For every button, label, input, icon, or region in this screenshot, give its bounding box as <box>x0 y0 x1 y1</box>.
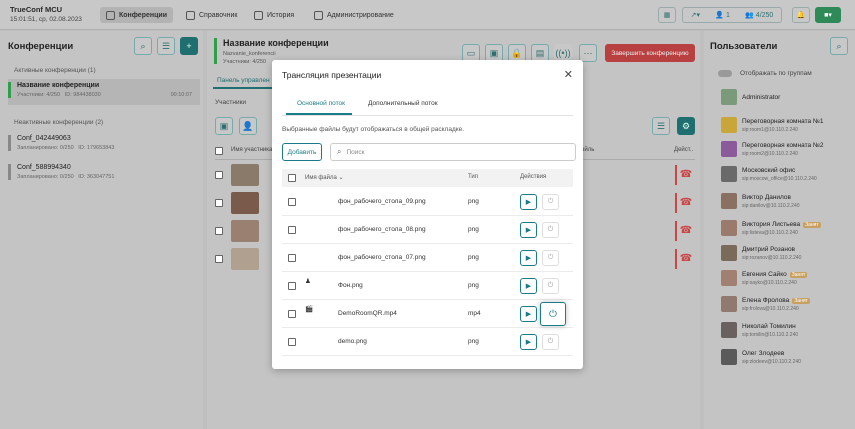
file-type: png <box>468 198 479 205</box>
file-row[interactable]: фон_рабочего_стола_09.png png ▶ ⏻ <box>282 188 573 216</box>
play-icon[interactable]: ▶ <box>520 306 537 322</box>
file-thumbnail <box>305 333 332 351</box>
power-icon[interactable]: ⏻ <box>542 194 559 210</box>
play-icon[interactable]: ▶ <box>520 222 537 238</box>
close-icon[interactable]: ✕ <box>564 68 573 81</box>
file-row[interactable]: фон_рабочего_стола_07.png png ▶ ⏻ <box>282 244 573 272</box>
power-icon[interactable]: ⏻ <box>542 334 559 350</box>
modal-title: Трансляция презентации <box>282 70 382 80</box>
row-checkbox[interactable] <box>288 338 296 346</box>
tab-extra-stream[interactable]: Дополнительный поток <box>368 100 438 107</box>
col-file-name[interactable]: Имя файла ⌄ <box>305 174 344 181</box>
file-thumbnail <box>305 221 332 239</box>
file-type: png <box>468 226 479 233</box>
file-name: Фон.png <box>338 282 363 289</box>
file-name: demo.png <box>338 338 367 345</box>
file-type: png <box>468 254 479 261</box>
file-type: png <box>468 282 479 289</box>
tab-underline <box>286 113 352 115</box>
power-icon[interactable]: ⏻ <box>542 250 559 266</box>
tab-main-stream[interactable]: Основной поток <box>297 100 345 107</box>
chevron-down-icon: ⌄ <box>338 175 344 181</box>
presentation-modal: Трансляция презентации ✕ Основной поток … <box>272 60 583 369</box>
file-thumbnail: ♟ <box>305 278 311 285</box>
play-icon[interactable]: ▶ <box>520 250 537 266</box>
play-icon[interactable]: ▶ <box>520 194 537 210</box>
file-thumbnail <box>305 249 332 267</box>
col-type: Тип <box>468 174 479 180</box>
file-row[interactable]: demo.png png ▶ ⏻ <box>282 328 573 356</box>
row-checkbox[interactable] <box>288 310 296 318</box>
file-search-input[interactable]: ⌕ Поиск <box>330 143 576 161</box>
row-checkbox[interactable] <box>288 226 296 234</box>
file-name: фон_рабочего_стола_08.png <box>338 226 426 233</box>
col-actions: Действия <box>520 174 547 180</box>
power-icon[interactable]: ⏻ <box>542 222 559 238</box>
power-icon[interactable]: ⏻ <box>542 278 559 294</box>
file-row[interactable]: ♟ Фон.png png ▶ ⏻ <box>282 272 573 300</box>
select-all-checkbox[interactable] <box>288 174 296 182</box>
row-checkbox[interactable] <box>288 282 296 290</box>
play-icon[interactable]: ▶ <box>520 334 537 350</box>
file-name: фон_рабочего_стола_07.png <box>338 254 426 261</box>
file-row[interactable]: фон_рабочего_стола_08.png png ▶ ⏻ <box>282 216 573 244</box>
file-type: png <box>468 338 479 345</box>
video-icon: 🎬 <box>305 306 314 313</box>
play-icon[interactable]: ▶ <box>520 278 537 294</box>
power-icon[interactable]: ⏻ <box>540 302 566 326</box>
modal-hint: Выбранные файлы будут отображаться в общ… <box>282 126 465 133</box>
row-checkbox[interactable] <box>288 198 296 206</box>
file-row[interactable]: 🎬 DemoRoomQR.mp4 mp4 ▶ ⏻ <box>282 300 573 328</box>
file-thumbnail <box>305 193 332 211</box>
row-checkbox[interactable] <box>288 254 296 262</box>
files-header: Имя файла ⌄ Тип Действия <box>282 169 573 187</box>
tab-divider <box>282 115 573 116</box>
add-file-button[interactable]: Добавить <box>282 143 322 161</box>
file-name: DemoRoomQR.mp4 <box>338 310 397 317</box>
search-icon: ⌕ <box>337 147 342 156</box>
file-name: фон_рабочего_стола_09.png <box>338 198 426 205</box>
file-type: mp4 <box>468 310 481 317</box>
search-placeholder: Поиск <box>346 148 365 156</box>
